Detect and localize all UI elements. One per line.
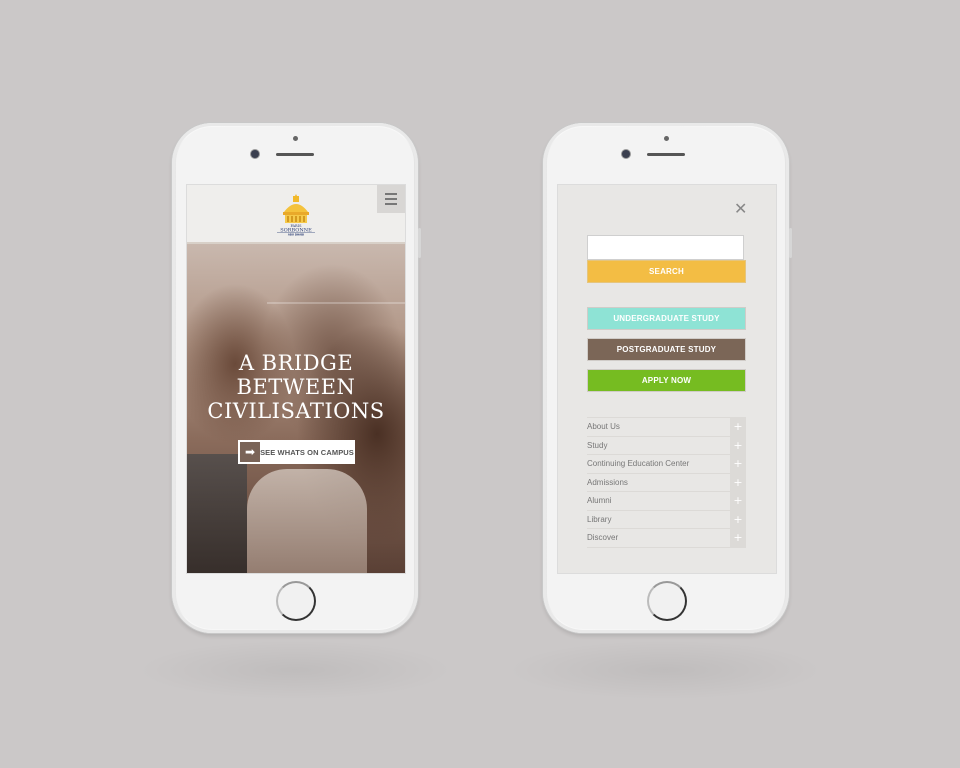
search-button-label: SEARCH — [649, 267, 684, 276]
site-header: PARIS SORBONNE ABU DHABI — [187, 185, 405, 244]
earpiece-speaker — [276, 153, 314, 156]
hamburger-icon — [385, 193, 397, 195]
hero-title-line: CIVILISATIONS — [207, 399, 385, 423]
phone-mockup-left: PARIS SORBONNE ABU DHABI A BRIDGE BETWEE… — [172, 123, 421, 633]
search-input[interactable] — [587, 235, 744, 260]
phone-shadow-left — [135, 640, 455, 700]
earpiece-speaker — [647, 153, 685, 156]
hero-image-detail — [247, 469, 367, 573]
cta-label: SEE WHATS ON CAMPUS — [260, 447, 354, 457]
hero-title-line: A BRIDGE — [238, 351, 354, 375]
plus-icon[interactable]: + — [730, 436, 746, 454]
nav-label: Alumni — [587, 496, 612, 506]
plus-icon[interactable]: + — [730, 492, 746, 510]
plus-icon[interactable]: + — [730, 473, 746, 491]
phone-mockup-right: ✕ SEARCH UNDERGRADUATE STUDY POSTGRADUAT… — [543, 123, 792, 633]
apply-now-button[interactable]: APPLY NOW — [587, 369, 746, 392]
search-button[interactable]: SEARCH — [587, 260, 746, 283]
postgraduate-study-button[interactable]: POSTGRADUATE STUDY — [587, 338, 746, 361]
nav-item-continuing-education[interactable]: Continuing Education Center + — [587, 455, 746, 474]
nav-label: Discover — [587, 533, 619, 543]
front-camera-icon — [622, 150, 630, 158]
hero-title: A BRIDGE BETWEEN CIVILISATIONS — [187, 351, 405, 423]
plus-icon[interactable]: + — [730, 455, 746, 473]
undergraduate-study-button[interactable]: UNDERGRADUATE STUDY — [587, 307, 746, 330]
hero-banner: A BRIDGE BETWEEN CIVILISATIONS ➡ SEE WHA… — [187, 244, 405, 573]
nav-label: About Us — [587, 422, 620, 432]
logo-text-abu-dhabi: ABU DHABI — [288, 233, 304, 237]
university-logo[interactable]: PARIS SORBONNE ABU DHABI — [274, 194, 318, 236]
nav-item-alumni[interactable]: Alumni + — [587, 492, 746, 511]
volume-button — [418, 228, 421, 258]
nav-label: Admissions — [587, 477, 628, 487]
home-button — [647, 581, 687, 621]
nav-label: Continuing Education Center — [587, 459, 690, 469]
plus-icon[interactable]: + — [730, 510, 746, 528]
front-camera-icon — [251, 150, 259, 158]
homepage-screen: PARIS SORBONNE ABU DHABI A BRIDGE BETWEE… — [186, 184, 406, 574]
nav-item-library[interactable]: Library + — [587, 510, 746, 529]
menu-screen: ✕ SEARCH UNDERGRADUATE STUDY POSTGRADUAT… — [557, 184, 777, 574]
volume-button — [789, 228, 792, 258]
see-whats-on-campus-button[interactable]: ➡ SEE WHATS ON CAMPUS — [238, 440, 355, 464]
button-label: APPLY NOW — [641, 376, 692, 385]
arrow-right-icon: ➡ — [240, 442, 260, 462]
proximity-sensor — [293, 136, 298, 141]
hero-image-detail — [267, 302, 405, 304]
hero-image-detail — [187, 454, 247, 573]
phone-shadow-right — [505, 640, 825, 700]
home-button — [276, 581, 316, 621]
plus-icon[interactable]: + — [730, 529, 746, 547]
nav-item-admissions[interactable]: Admissions + — [587, 473, 746, 492]
nav-item-discover[interactable]: Discover + — [587, 529, 746, 548]
nav-label: Study — [587, 440, 608, 450]
plus-icon[interactable]: + — [730, 418, 746, 436]
hamburger-icon-bar — [385, 203, 397, 205]
hamburger-icon-bar — [385, 198, 397, 200]
button-label: UNDERGRADUATE STUDY — [613, 314, 720, 323]
proximity-sensor — [664, 136, 669, 141]
nav-item-study[interactable]: Study + — [587, 436, 746, 455]
nav-label: Library — [587, 514, 612, 524]
hero-title-line: BETWEEN — [236, 375, 356, 399]
nav-item-about-us[interactable]: About Us + — [587, 417, 746, 437]
hamburger-menu-button[interactable] — [377, 185, 405, 213]
main-navigation: About Us + Study + Continuing Education … — [587, 417, 746, 548]
close-icon[interactable]: ✕ — [734, 201, 747, 217]
button-label: POSTGRADUATE STUDY — [616, 345, 717, 354]
